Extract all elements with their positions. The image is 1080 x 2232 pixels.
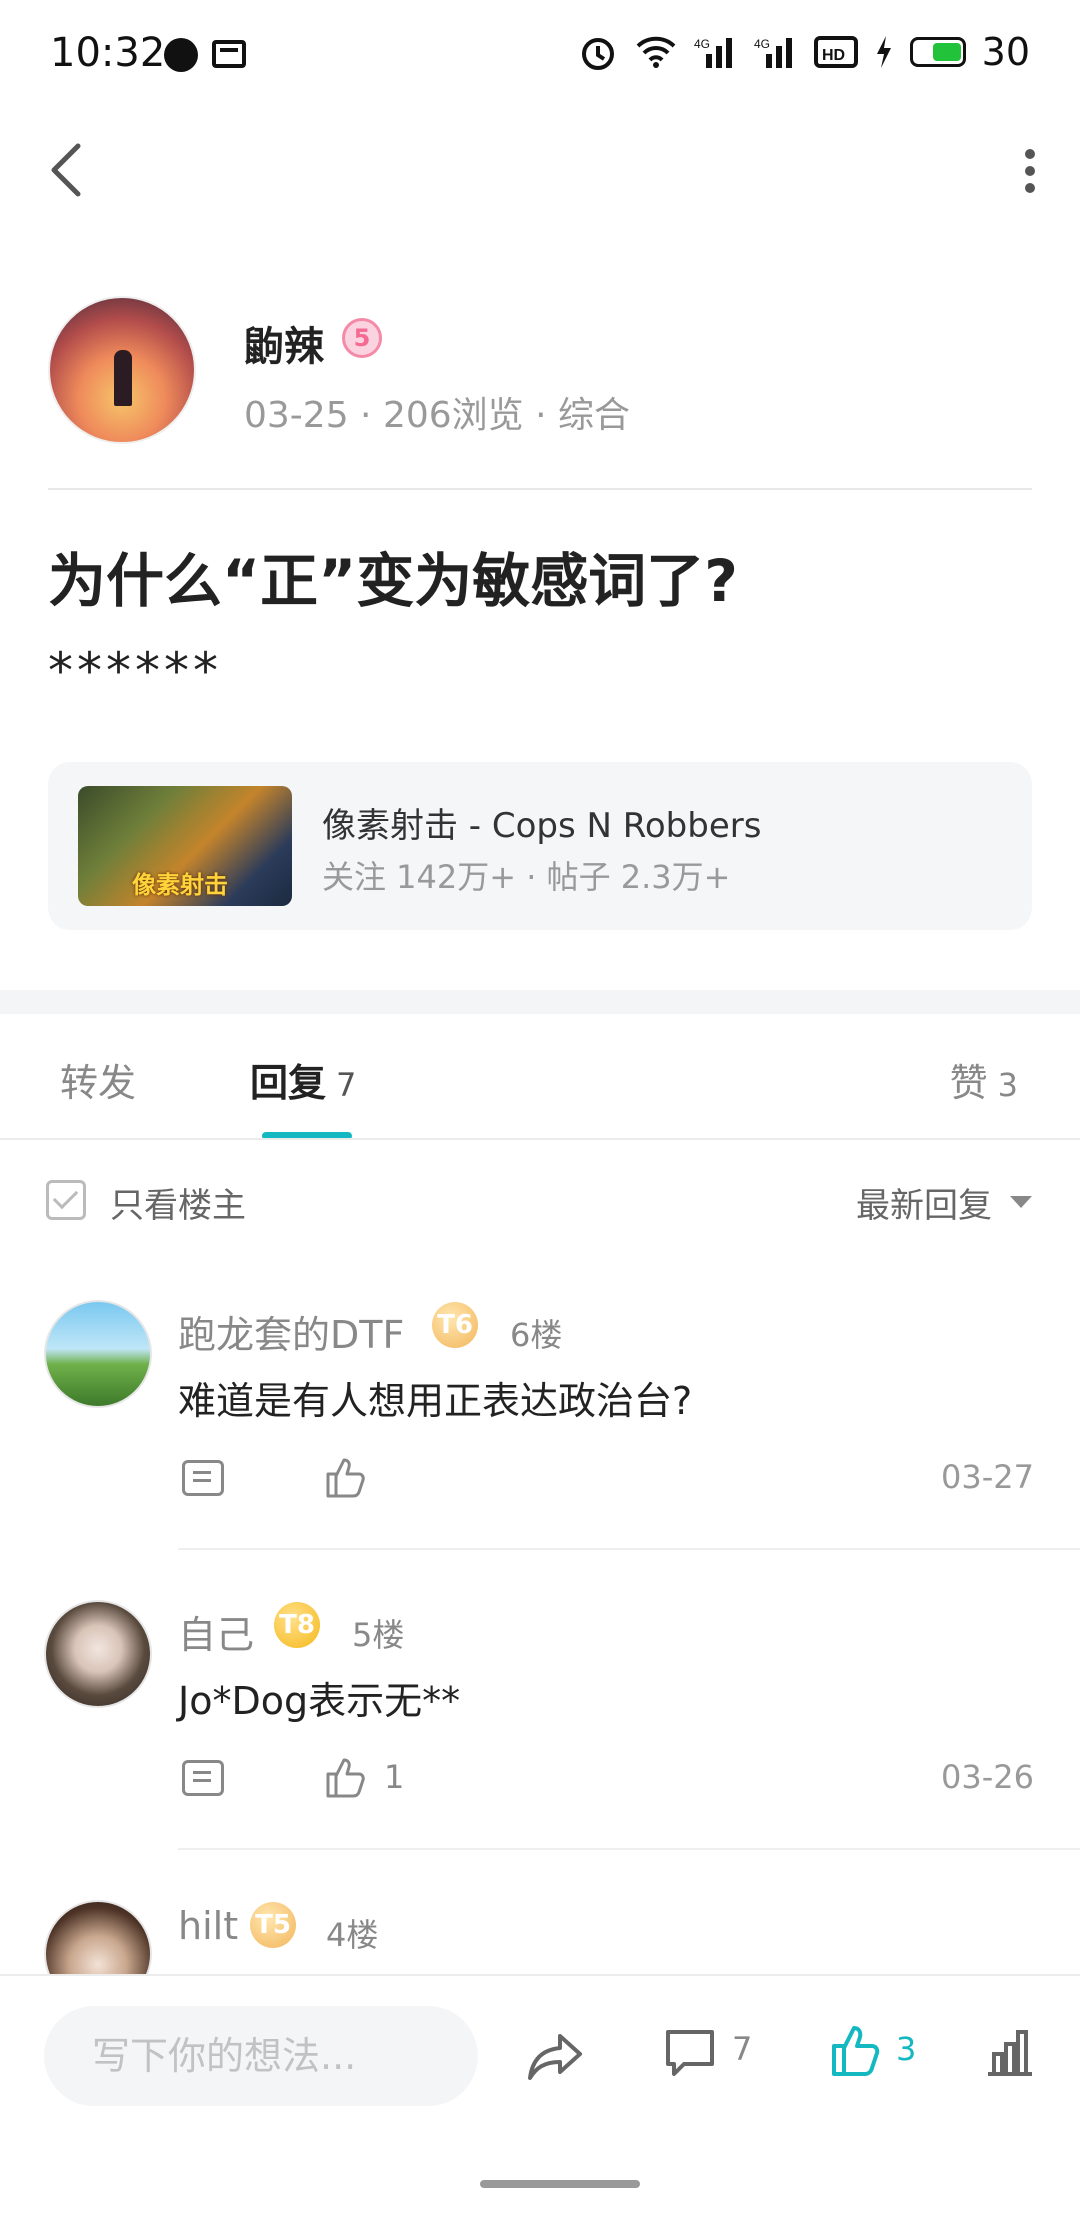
hd-icon: HD	[813, 36, 858, 68]
post-body: ******	[48, 642, 222, 700]
comment-icon[interactable]	[664, 2028, 716, 2078]
comment-item[interactable]: 自己 T8 5楼 Jo*Dog表示无** 1 03-26	[0, 1600, 1080, 1900]
tab-forward[interactable]: 转发	[60, 1052, 136, 1107]
tab-like[interactable]: 赞3	[950, 1052, 1018, 1107]
compose-input[interactable]	[44, 2006, 478, 2106]
stats-icon[interactable]	[984, 2026, 1036, 2078]
back-arrow-icon[interactable]	[46, 140, 86, 200]
comment-count: 7	[732, 2030, 753, 2068]
comment-avatar[interactable]	[44, 1600, 152, 1708]
game-thumbnail: 像素射击	[78, 786, 292, 906]
comment-level-badge: T6	[432, 1302, 478, 1348]
reply-icon[interactable]	[182, 1460, 224, 1496]
comment-floor: 4楼	[326, 1916, 379, 1954]
comment-level-badge: T8	[274, 1602, 320, 1648]
charging-icon	[876, 36, 891, 68]
like-icon[interactable]	[828, 2022, 884, 2078]
bottom-action-bar: 7 3	[0, 1974, 1080, 2138]
battery-level: 30	[981, 30, 1030, 74]
game-stats: 关注 142万+ · 帖子 2.3万+	[322, 858, 731, 896]
author-level-badge: 5	[342, 318, 382, 358]
status-icons: 4G 4G HD 30	[578, 30, 1030, 74]
comment-text: 难道是有人想用正表达政治台?	[178, 1379, 693, 1423]
comment-divider	[178, 1848, 1080, 1850]
game-thumbnail-label: 像素射击	[132, 871, 228, 899]
comment-level-badge: T5	[250, 1902, 296, 1948]
tab-forward-label: 转发	[60, 1061, 137, 1105]
status-time: 10:32	[50, 30, 166, 76]
only-op-label[interactable]: 只看楼主	[110, 1178, 246, 1227]
comment-like-count: 1	[384, 1758, 405, 1796]
comment-text: Jo*Dog表示无**	[178, 1679, 461, 1723]
notification-dot-icon	[164, 38, 198, 72]
only-op-checkbox[interactable]	[46, 1180, 86, 1220]
post-title: 为什么“正”变为敏感词了?	[48, 547, 738, 615]
section-gap	[0, 990, 1080, 1014]
compose-box[interactable]	[44, 2006, 478, 2106]
home-indicator[interactable]	[480, 2180, 640, 2188]
sort-dropdown[interactable]: 最新回复	[856, 1178, 992, 1227]
tab-reply-count: 7	[336, 1066, 357, 1104]
tab-like-label: 赞	[949, 1061, 988, 1105]
author-avatar[interactable]	[48, 296, 196, 444]
more-options-icon[interactable]	[1020, 148, 1040, 194]
wifi-icon	[636, 36, 676, 68]
comment-item[interactable]: 跑龙套的DTF T6 6楼 难道是有人想用正表达政治台? 03-27	[0, 1300, 1080, 1600]
comment-author[interactable]: 自己	[178, 1604, 254, 1659]
thumbs-up-icon[interactable]	[322, 1454, 368, 1500]
tab-reply-label: 回复	[250, 1061, 327, 1105]
divider	[48, 488, 1032, 490]
comment-avatar[interactable]	[44, 1300, 152, 1408]
comment-divider	[178, 1548, 1080, 1550]
tab-divider	[0, 1138, 1080, 1140]
battery-icon	[909, 37, 966, 67]
reply-icon[interactable]	[182, 1760, 224, 1796]
author-name[interactable]: 鼩辣	[244, 314, 324, 372]
like-count: 3	[896, 2030, 917, 2068]
comment-item[interactable]: hilt T5 4楼	[0, 1900, 1080, 1974]
svg-text:4G: 4G	[754, 37, 770, 51]
share-icon[interactable]	[526, 2030, 586, 2082]
tab-like-count: 3	[997, 1066, 1018, 1104]
status-bar: 10:32 4G 4G HD 30	[0, 0, 1080, 110]
game-card[interactable]: 像素射击 像素射击 - Cops N Robbers 关注 142万+ · 帖子…	[48, 762, 1032, 930]
svg-text:4G: 4G	[694, 37, 710, 51]
post-meta: 03-25 · 206浏览 · 综合	[244, 395, 630, 436]
comment-author[interactable]: 跑龙套的DTF	[178, 1304, 404, 1359]
comment-floor: 6楼	[510, 1316, 563, 1354]
message-icon	[212, 40, 246, 68]
thumbs-up-icon[interactable]	[322, 1754, 368, 1800]
sort-caret-icon[interactable]	[1010, 1196, 1032, 1208]
comment-avatar[interactable]	[44, 1900, 152, 1974]
signal-4g-icon-2: 4G	[754, 37, 792, 68]
comment-date: 03-27	[941, 1458, 1034, 1496]
game-name: 像素射击 - Cops N Robbers	[322, 806, 762, 846]
alarm-icon	[581, 38, 614, 70]
comment-author[interactable]: hilt	[178, 1904, 238, 1948]
comment-date: 03-26	[941, 1758, 1034, 1796]
svg-text:HD: HD	[822, 47, 845, 64]
comment-floor: 5楼	[352, 1616, 405, 1654]
tab-reply[interactable]: 回复 7	[250, 1052, 356, 1107]
signal-4g-icon: 4G	[694, 37, 732, 68]
